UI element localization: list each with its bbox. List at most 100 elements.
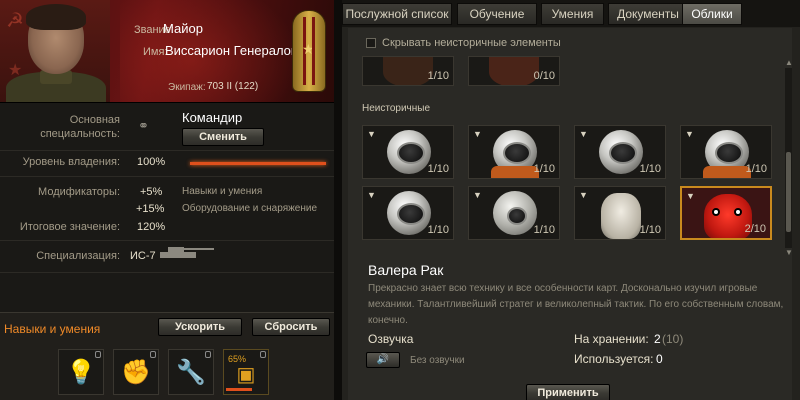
storage-label: На хранении: [574,332,649,346]
pin-icon: ▼ [686,191,695,201]
skin-count: 1/10 [533,224,555,236]
name-value: Виссарион Генералов [165,43,298,58]
wrench-icon: 🔧 [176,359,206,386]
change-specialty-button[interactable]: Сменить [182,128,264,146]
skill-progress-bar [226,388,252,391]
voice-label: Озвучка [368,332,414,346]
voice-play-button[interactable]: 🔊 [366,352,400,368]
skills-title: Навыки и умения [4,322,101,336]
total-value-label: Итоговое значение: [19,221,120,233]
modifier-skills-source: Навыки и умения [182,186,263,197]
horse-mask-icon [601,193,641,239]
skin-tile[interactable]: ▼ 1/10 [362,125,454,179]
tab-bar: Послужной список Обучение Умения Докумен… [342,0,800,27]
hammer-sickle-icon: ☭ [6,10,24,32]
skin-tile[interactable]: ▼ 1/10 [468,186,560,240]
tab-skills[interactable]: Умения [541,3,604,25]
pin-icon: ▼ [473,190,482,200]
tab-training[interactable]: Обучение [457,3,537,25]
scroll-down-arrow-icon[interactable]: ▼ [785,248,793,257]
crab-eye [712,208,720,216]
skin-count: 1/10 [427,70,449,82]
skill-slot-2[interactable]: ✊ [113,349,159,395]
tab-skins[interactable]: Облики [682,3,742,25]
divider [0,272,334,273]
skin-count: 1/10 [427,224,449,236]
skin-tile[interactable]: 0/10 [468,56,560,86]
skin-tile[interactable]: ▼ 1/10 [680,125,772,179]
helmet-visor [503,142,531,164]
scroll-up-arrow-icon[interactable]: ▲ [785,58,793,67]
name-label: Имя: [143,46,168,58]
hide-nonhistorical-label: Скрывать неисторичные элементы [382,37,561,49]
skill-slot-3[interactable]: 🔧 [168,349,214,395]
skin-tile[interactable]: ▼ 1/10 [468,125,560,179]
binoculars-icon: ⚭ [138,118,149,133]
divider [0,176,334,177]
main-specialty-value: Командир [182,110,243,125]
skin-portrait [489,57,539,85]
helmet-visor [715,142,743,164]
tab-service-record[interactable]: Послужной список [342,3,452,25]
pin-icon: ▼ [473,129,482,139]
main-specialty-label-line1: Основная [69,114,120,126]
pin-icon: ▼ [367,129,376,139]
skill-in-training-icon: ▣ [236,364,256,386]
divider [0,150,334,151]
crab-eye [734,208,742,216]
helmet-visor [507,207,527,225]
skin-portrait [383,57,433,85]
suit-collar [491,166,539,178]
portrait-hair [26,4,86,30]
accelerate-button[interactable]: Ускорить [158,318,242,336]
rank-value: Майор [163,21,203,36]
modifier-skills-value: +5% [140,186,163,198]
scrollbar-thumb[interactable] [786,152,791,232]
specialization-value: ИС-7 [130,250,156,262]
storage-total: (10) [662,332,684,346]
skin-count: 1/10 [533,163,555,175]
crew-portrait: ☭ ★ [0,0,110,102]
pin-icon: ▼ [579,190,588,200]
skin-tile-selected[interactable]: ▼ 2/10 [680,186,772,240]
skins-content: Скрывать неисторичные элементы 1/10 0/10… [348,28,793,400]
lock-icon [150,351,156,358]
apply-button[interactable]: Применить [526,384,610,400]
skin-count: 1/10 [639,163,661,175]
pin-icon: ▼ [367,190,376,200]
modifier-equipment-source: Оборудование и снаряжение [182,203,318,214]
suit-collar [703,166,751,178]
selected-skin-description: Прекрасно знает всю технику и все особен… [368,283,784,326]
skin-count: 0/10 [533,70,555,82]
tank-icon [160,247,214,258]
skill-slot-4[interactable]: 65% ▣ [223,349,269,395]
total-value: 120% [137,221,166,233]
crew-member-panel: ☭ ★ Звание: Майор Имя: Виссарион Генерал… [0,0,334,400]
skill-slot-1[interactable]: 💡 [58,349,104,395]
tab-documents[interactable]: Документы [608,3,688,25]
mastery-progress-bar [190,162,326,165]
reset-button[interactable]: Сбросить [252,318,330,336]
helmet-visor [397,142,425,164]
main-specialty-label-line2: специальность: [40,128,120,140]
crew-header: ☭ ★ Звание: Майор Имя: Виссарион Генерал… [0,0,334,103]
lock-icon [205,351,211,358]
skin-tile[interactable]: ▼ 1/10 [574,125,666,179]
selected-skin-name: Валера Рак [368,262,444,278]
fist-icon: ✊ [121,359,151,386]
skin-tile[interactable]: ▼ 1/10 [362,186,454,240]
skin-count: 2/10 [744,223,766,235]
skin-count: 1/10 [745,163,767,175]
crew-value: 703 II (122) [207,81,259,92]
skin-count: 1/10 [427,163,449,175]
skin-tile[interactable]: ▼ 1/10 [574,186,666,240]
pin-icon: ▼ [685,129,694,139]
storage-value: 2 [654,332,661,346]
used-value: 0 [656,352,663,366]
lock-icon [260,351,266,358]
hide-nonhistorical-checkbox[interactable] [366,38,376,48]
crew-details-panel: Послужной список Обучение Умения Докумен… [342,0,800,400]
crew-label: Экипаж: [168,82,206,93]
skin-tile[interactable]: 1/10 [362,56,454,86]
lightbulb-icon: 💡 [66,359,96,386]
